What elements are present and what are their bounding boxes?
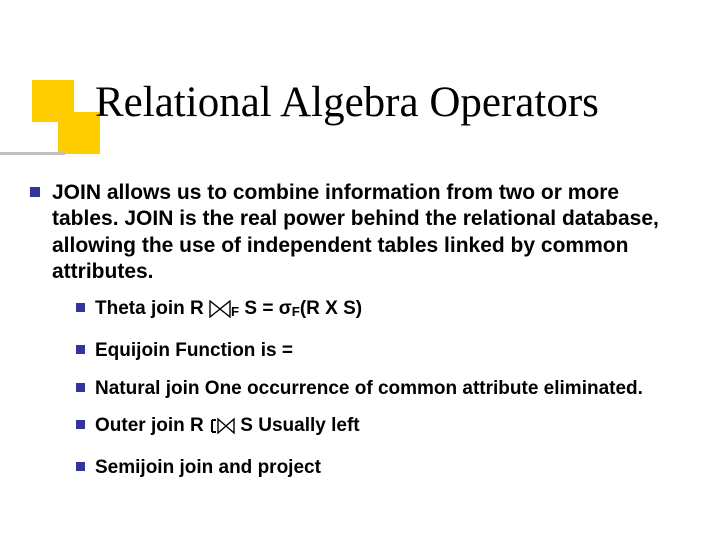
- text-fragment: Theta join R: [95, 298, 209, 319]
- sub-text: Equijoin Function is =: [95, 339, 293, 363]
- slide-title: Relational Algebra Operators: [95, 78, 599, 127]
- text-fragment: S = σ: [244, 298, 291, 319]
- accent-square-2: [58, 112, 100, 154]
- subscript-f: F: [292, 304, 300, 319]
- bowtie-icon: [209, 300, 231, 325]
- sub-text: Outer join R S Usually left: [95, 414, 360, 442]
- sub-item-theta-join: Theta join R F S = σF(R X S): [76, 297, 690, 325]
- main-text: JOIN allows us to combine information fr…: [52, 180, 690, 285]
- sub-list: Theta join R F S = σF(R X S) Equijoin Fu…: [76, 297, 690, 480]
- text-fragment: (R X S): [300, 298, 362, 319]
- main-point: JOIN allows us to combine information fr…: [30, 180, 690, 285]
- bullet-icon: [76, 303, 85, 312]
- sub-text: Natural join One occurrence of common at…: [95, 377, 643, 401]
- sub-item-natural-join: Natural join One occurrence of common at…: [76, 377, 690, 401]
- bullet-icon: [76, 345, 85, 354]
- left-outer-join-icon: [209, 417, 235, 442]
- text-fragment: S Usually left: [240, 415, 359, 436]
- bullet-icon: [76, 383, 85, 392]
- bullet-icon: [76, 462, 85, 471]
- sub-item-equijoin: Equijoin Function is =: [76, 339, 690, 363]
- sub-item-semijoin: Semijoin join and project: [76, 456, 690, 480]
- bullet-icon: [76, 420, 85, 429]
- subscript-f: F: [231, 304, 239, 319]
- bullet-icon: [30, 187, 40, 197]
- sub-text: Semijoin join and project: [95, 456, 321, 480]
- accent-underline: [0, 152, 65, 155]
- sub-text: Theta join R F S = σF(R X S): [95, 297, 362, 325]
- sub-item-outer-join: Outer join R S Usually left: [76, 414, 690, 442]
- slide-body: JOIN allows us to combine information fr…: [30, 180, 690, 494]
- text-fragment: Outer join R: [95, 415, 209, 436]
